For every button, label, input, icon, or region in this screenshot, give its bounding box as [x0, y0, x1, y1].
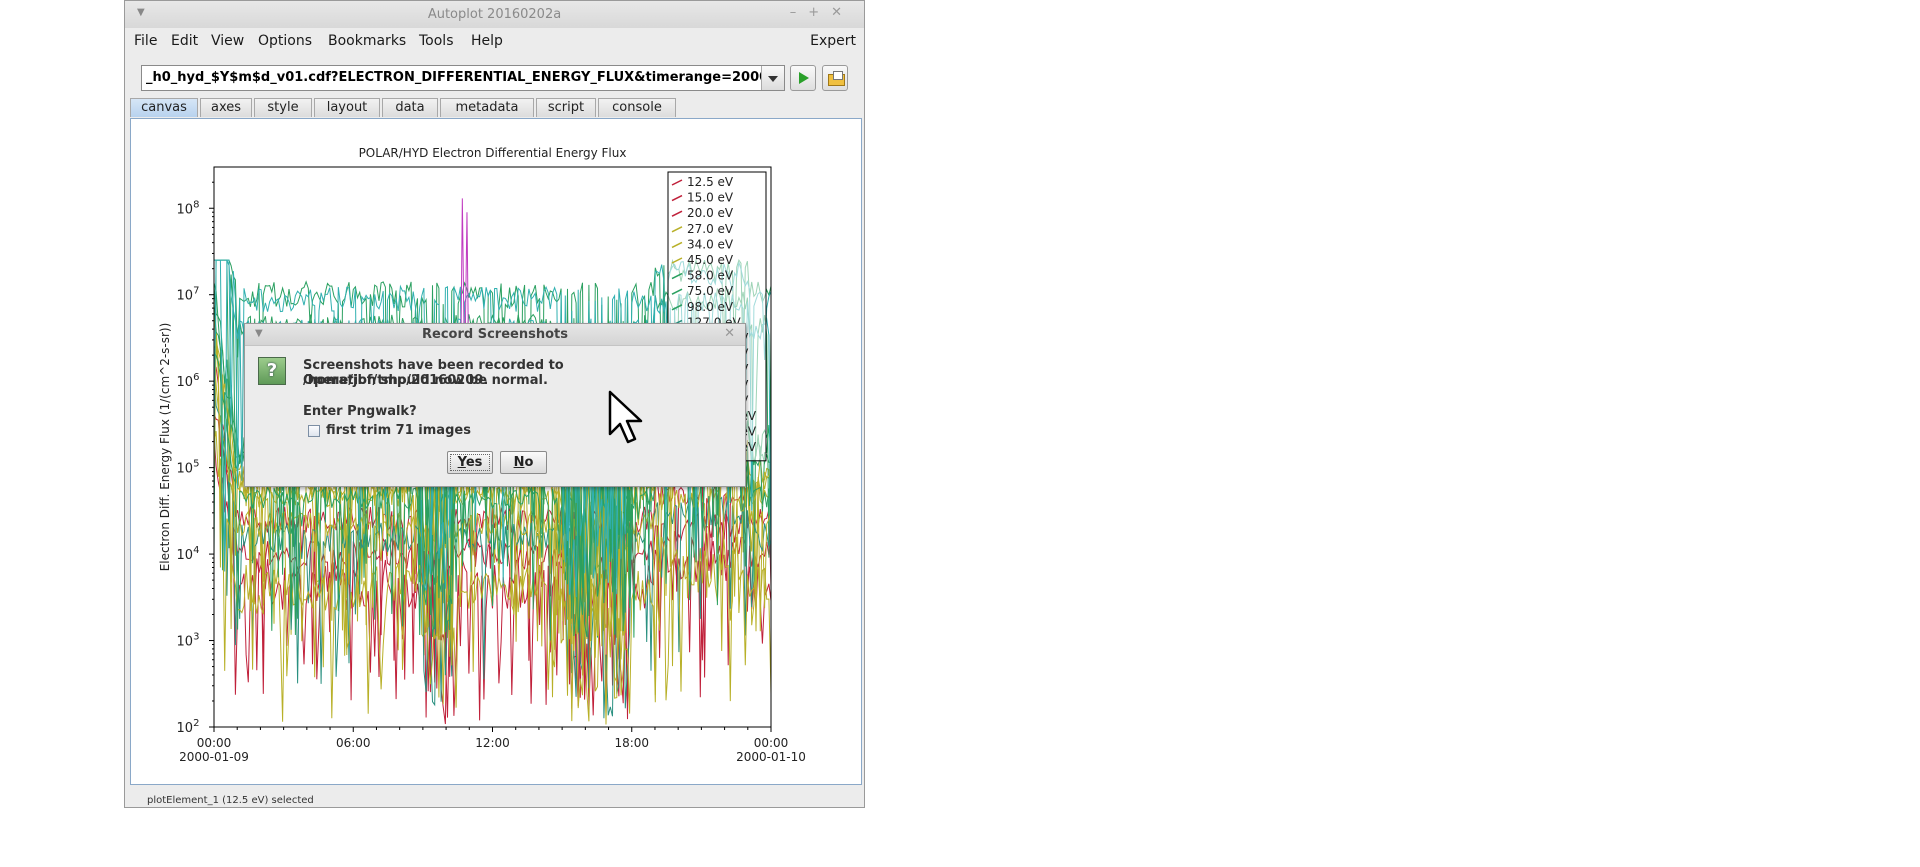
close-icon[interactable]: ✕: [831, 5, 854, 20]
legend-entry: 20.0 eV: [687, 206, 734, 220]
x-tick-date-label: 2000-01-09: [179, 750, 249, 764]
y-tick-label: 102: [177, 718, 200, 736]
chart-title: POLAR/HYD Electron Differential Energy F…: [359, 146, 627, 160]
y-tick-label: 106: [177, 372, 200, 390]
no-button-label: No: [513, 455, 534, 470]
y-tick-label: 104: [177, 545, 200, 563]
maximize-icon[interactable]: +: [808, 5, 831, 20]
chevron-down-icon[interactable]: [761, 66, 784, 90]
menu-file[interactable]: File: [134, 33, 157, 49]
tab-layout[interactable]: layout: [314, 98, 380, 117]
yes-button[interactable]: Yes: [447, 451, 493, 474]
menu-tools[interactable]: Tools: [419, 33, 454, 49]
x-tick-label: 12:00: [475, 736, 510, 750]
dialog-close-icon[interactable]: ✕: [724, 326, 735, 341]
legend-entry: 58.0 eV: [687, 269, 734, 283]
record-screenshots-dialog: ▼ Record Screenshots ✕ ? Screenshots hav…: [244, 323, 746, 487]
legend-entry: 45.0 eV: [687, 253, 734, 267]
legend-entry: 15.0 eV: [687, 191, 734, 205]
mouse-cursor-icon: [608, 390, 643, 444]
window-controls[interactable]: –+✕: [790, 5, 854, 20]
legend-entry: 75.0 eV: [687, 284, 734, 298]
tab-script[interactable]: script: [536, 98, 596, 117]
legend-entry: 98.0 eV: [687, 300, 734, 314]
expert-menu[interactable]: Expert: [810, 33, 856, 49]
menubar: File Edit View Options Bookmarks Tools H…: [125, 28, 864, 52]
y-tick-label: 103: [177, 632, 200, 650]
dialog-titlebar[interactable]: ▼ Record Screenshots ✕: [245, 324, 745, 346]
tab-canvas[interactable]: canvas: [130, 98, 198, 117]
tab-style[interactable]: style: [254, 98, 312, 117]
yes-button-label: Yes: [457, 455, 483, 470]
window-title: Autoplot 20160202a: [427, 7, 562, 22]
y-axis-label: Electron Diff. Energy Flux (1/(cm^2-s-sr…: [158, 323, 172, 572]
menu-edit[interactable]: Edit: [171, 33, 198, 49]
window-titlebar[interactable]: ▼ Autoplot 20160202a –+✕: [125, 1, 864, 29]
x-tick-label: 00:00: [754, 736, 789, 750]
y-tick-label: 105: [177, 459, 200, 477]
legend-entry: 34.0 eV: [687, 237, 734, 251]
question-icon: ?: [258, 357, 286, 385]
x-tick-date-label: 2000-01-10: [736, 750, 806, 764]
tab-console[interactable]: console: [598, 98, 676, 117]
x-tick-label: 06:00: [336, 736, 371, 750]
tab-axes[interactable]: axes: [200, 98, 252, 117]
menu-help[interactable]: Help: [471, 33, 503, 49]
menu-view[interactable]: View: [211, 33, 244, 49]
y-tick-label: 108: [177, 199, 200, 217]
menu-options[interactable]: Options: [258, 33, 312, 49]
dialog-message-line2: Operation should now be normal.: [303, 373, 548, 388]
legend-entry: 27.0 eV: [687, 222, 734, 236]
x-tick-label: 18:00: [614, 736, 649, 750]
uri-combobox[interactable]: [141, 65, 785, 91]
dialog-title: Record Screenshots: [422, 327, 568, 342]
play-icon[interactable]: [790, 65, 816, 91]
open-folder-icon[interactable]: [822, 65, 848, 91]
trim-images-label[interactable]: first trim 71 images: [326, 423, 471, 438]
menu-bookmarks[interactable]: Bookmarks: [328, 33, 406, 49]
tab-data[interactable]: data: [382, 98, 438, 117]
uri-input[interactable]: [142, 66, 770, 88]
dialog-prompt: Enter Pngwalk?: [303, 404, 417, 419]
no-button[interactable]: No: [500, 451, 547, 474]
status-bar-text: plotElement_1 (12.5 eV) selected: [147, 795, 314, 806]
x-tick-label: 00:00: [197, 736, 232, 750]
trim-images-checkbox[interactable]: [308, 425, 320, 437]
tab-metadata[interactable]: metadata: [440, 98, 534, 117]
legend-entry: 12.5 eV: [687, 175, 734, 189]
y-tick-label: 107: [177, 286, 200, 304]
minimize-icon[interactable]: –: [790, 5, 809, 20]
